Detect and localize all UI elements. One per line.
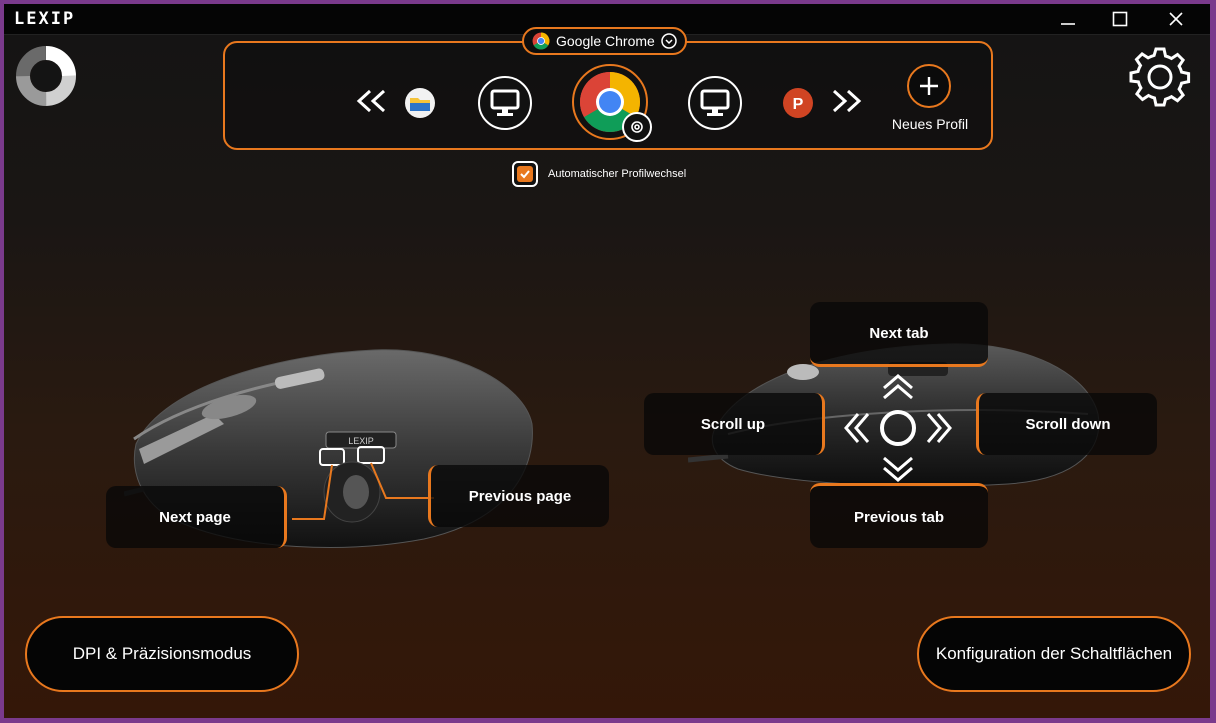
new-profile-label: Neues Profil: [891, 116, 969, 132]
scroll-down-button-label[interactable]: Scroll down: [976, 393, 1157, 455]
profile-google-chrome-active[interactable]: [572, 64, 652, 142]
chevron-down-icon: [661, 33, 677, 49]
next-profile-button[interactable]: [827, 85, 867, 117]
app-profile-dropdown[interactable]: Google Chrome: [522, 27, 687, 55]
double-chevron-left-icon: [356, 89, 386, 113]
button-configuration-button[interactable]: Konfiguration der Schaltflächen: [917, 616, 1191, 692]
svg-text:P: P: [793, 96, 804, 113]
previous-page-button-label[interactable]: Previous page: [428, 465, 609, 527]
maximize-button[interactable]: [1098, 6, 1142, 32]
profile-desktop-2[interactable]: [688, 76, 742, 130]
profile-desktop-1[interactable]: [478, 76, 532, 130]
next-tab-button-label[interactable]: Next tab: [810, 302, 988, 367]
monitor-icon: [700, 89, 730, 116]
new-profile-button[interactable]: [907, 64, 951, 108]
mouse-brand-label: LEXIP: [348, 436, 374, 446]
check-icon: [520, 170, 530, 179]
next-page-button-label[interactable]: Next page: [106, 486, 287, 548]
plus-icon: [920, 77, 938, 95]
auto-profile-switch[interactable]: Automatischer Profilwechsel: [512, 161, 686, 187]
minimize-icon: [1061, 23, 1075, 25]
app-window: LEXIP P Neues Profil Google Chrome Autom…: [4, 4, 1210, 718]
auto-switch-checkbox[interactable]: [512, 161, 538, 187]
dpi-precision-mode-button[interactable]: DPI & Präzisionsmodus: [25, 616, 299, 692]
double-chevron-right-icon: [832, 89, 862, 113]
powerpoint-icon: P: [783, 88, 813, 118]
minimize-button[interactable]: [1046, 6, 1090, 32]
profile-powerpoint[interactable]: P: [781, 86, 815, 120]
settings-gear-icon[interactable]: [1128, 45, 1192, 114]
selected-app-label: Google Chrome: [556, 33, 655, 49]
previous-profile-button[interactable]: [351, 85, 391, 117]
maximize-icon: [1112, 11, 1128, 27]
directional-pad-icon: [844, 374, 952, 482]
previous-tab-button-label[interactable]: Previous tab: [810, 483, 988, 548]
auto-switch-label: Automatischer Profilwechsel: [548, 168, 687, 180]
battery-indicator-icon[interactable]: [14, 44, 78, 113]
close-button[interactable]: [1154, 6, 1198, 32]
profile-file-explorer[interactable]: [403, 86, 437, 120]
app-logo: LEXIP: [14, 9, 76, 29]
scroll-up-button-label[interactable]: Scroll up: [644, 393, 825, 455]
profile-selector-panel: P Neues Profil: [223, 41, 993, 150]
file-explorer-icon: [405, 88, 435, 118]
monitor-icon: [490, 89, 520, 116]
chrome-icon: [532, 32, 550, 50]
close-icon: [1169, 12, 1183, 26]
profile-settings-badge-icon[interactable]: [622, 112, 652, 142]
